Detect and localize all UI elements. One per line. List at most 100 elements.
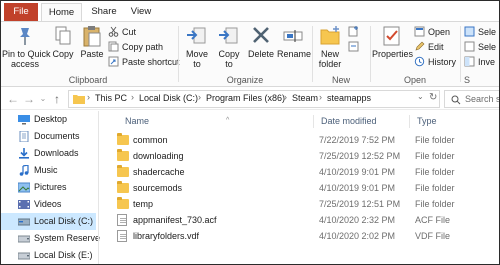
copy-path-button[interactable]: Copy path — [108, 41, 163, 54]
nav-item-desktop[interactable]: Desktop — [0, 111, 96, 128]
breadcrumb-program-files[interactable]: Program Files (x86) — [206, 93, 285, 103]
up-button[interactable]: ↑ — [50, 91, 64, 107]
rename-icon — [281, 25, 305, 47]
chevron-down-icon[interactable]: ⌄ — [417, 92, 424, 101]
edit-button[interactable]: Edit — [414, 41, 444, 54]
tab-file[interactable]: File — [4, 3, 38, 21]
copy-label: Copy — [52, 49, 74, 59]
breadcrumb-local-disk[interactable]: Local Disk (C:) — [139, 93, 198, 103]
ribbon: Pin to Quick access Copy Paste Cut Copy … — [0, 21, 500, 87]
copy-to-button[interactable]: Copy to — [214, 25, 244, 69]
file-list: Name ^ Date modified Type common 7/22/20… — [101, 111, 500, 265]
select-group: Sele Sele Inve S — [462, 22, 500, 87]
file-date-modified: 4/10/2019 9:01 PM — [319, 167, 396, 177]
file-row-common[interactable]: common 7/22/2019 7:52 PM File folder — [101, 132, 500, 148]
nav-item-videos[interactable]: Videos — [0, 196, 96, 213]
copy-path-label: Copy path — [122, 42, 164, 52]
history-label: History — [428, 57, 457, 67]
properties-button[interactable]: Properties — [372, 25, 414, 59]
tab-share[interactable]: Share — [84, 3, 124, 21]
nav-item-local-disk-e[interactable]: Local Disk (E:) — [0, 247, 96, 264]
column-divider[interactable] — [409, 115, 410, 128]
breadcrumb-separator-icon: › — [131, 92, 134, 102]
file-type: File folder — [415, 135, 455, 145]
new-folder-button[interactable]: New folder — [314, 25, 346, 69]
drive-icon — [18, 235, 30, 243]
search-input[interactable]: Search stea — [465, 94, 500, 104]
new-item-button[interactable] — [348, 26, 362, 39]
paste-label: Paste — [80, 49, 104, 59]
settings-file-icon — [117, 214, 127, 226]
tab-home[interactable]: Home — [41, 3, 82, 22]
back-button[interactable]: ← — [6, 91, 20, 107]
paste-button[interactable]: Paste — [78, 25, 106, 59]
invert-selection-label: Inve — [478, 57, 496, 67]
file-row-temp[interactable]: temp 7/25/2019 12:51 PM File folder — [101, 196, 500, 212]
select-none-icon — [464, 41, 475, 52]
nav-item-label: Local Disk (C:) — [34, 216, 94, 226]
history-button[interactable]: History — [414, 56, 456, 69]
forward-button[interactable]: → — [22, 91, 36, 107]
address-bar[interactable]: › This PC › Local Disk (C:) › Program Fi… — [68, 90, 440, 108]
address-row: ← → ⌄ ↑ › This PC › Local Disk (C:) › Pr… — [0, 88, 500, 110]
breadcrumb-separator-icon: › — [198, 92, 201, 102]
pin-to-quick-access-label: Pin to Quick access — [2, 49, 51, 69]
paste-shortcut-button[interactable]: Paste shortcut — [108, 56, 180, 69]
delete-icon — [249, 25, 273, 47]
invert-selection-icon — [464, 56, 475, 67]
navigation-pane-divider[interactable] — [98, 111, 99, 265]
nav-item-pictures[interactable]: Pictures — [0, 179, 96, 196]
file-row-shadercache[interactable]: shadercache 4/10/2019 9:01 PM File folde… — [101, 164, 500, 180]
search-box[interactable]: Search stea — [444, 90, 500, 108]
properties-icon — [380, 25, 404, 47]
recent-locations-button[interactable]: ⌄ — [36, 91, 50, 107]
breadcrumb-this-pc[interactable]: This PC — [95, 93, 127, 103]
refresh-icon[interactable]: ↻ — [429, 92, 437, 103]
nav-item-documents[interactable]: Documents — [0, 128, 96, 145]
select-none-button[interactable]: Sele — [464, 41, 496, 54]
nav-item-music[interactable]: Music — [0, 162, 96, 179]
file-name: downloading — [133, 151, 184, 161]
ribbon-tabs: File Home Share View — [0, 0, 500, 22]
easy-access-button[interactable] — [348, 41, 362, 54]
column-divider[interactable] — [313, 115, 314, 128]
tab-view[interactable]: View — [124, 3, 158, 21]
nav-item-label: Documents — [34, 131, 80, 141]
folder-icon — [117, 181, 129, 193]
file-row-libraryfolders[interactable]: libraryfolders.vdf 4/10/2020 2:02 PM VDF… — [101, 228, 500, 244]
select-all-button[interactable]: Sele — [464, 26, 496, 39]
properties-label: Properties — [372, 49, 414, 59]
breadcrumb-steam[interactable]: Steam — [292, 93, 318, 103]
file-date-modified: 7/22/2019 7:52 PM — [319, 135, 396, 145]
file-row-sourcemods[interactable]: sourcemods 4/10/2019 9:01 PM File folder — [101, 180, 500, 196]
clipboard-group: Pin to Quick access Copy Paste Cut Copy … — [0, 22, 180, 87]
delete-label: Delete — [247, 49, 274, 59]
nav-item-label: Pictures — [34, 182, 67, 192]
nav-item-system-reserved[interactable]: System Reserve — [0, 230, 100, 247]
clipboard-group-label: Clipboard — [68, 75, 108, 85]
invert-selection-button[interactable]: Inve — [464, 56, 495, 69]
file-type: ACF File — [415, 215, 451, 225]
column-header-date-modified[interactable]: Date modified — [321, 113, 377, 129]
scissors-icon — [108, 26, 119, 37]
column-header-name[interactable]: Name — [125, 113, 149, 129]
open-button[interactable]: Open — [414, 26, 450, 39]
column-header-type[interactable]: Type — [417, 113, 437, 129]
copy-to-label: Copy to — [218, 49, 240, 69]
pin-to-quick-access-button[interactable]: Pin to Quick access — [2, 25, 51, 69]
file-row-appmanifest[interactable]: appmanifest_730.acf 4/10/2020 2:32 PM AC… — [101, 212, 500, 228]
cut-button[interactable]: Cut — [108, 26, 136, 39]
file-row-downloading[interactable]: downloading 7/25/2019 12:52 PM File fold… — [101, 148, 500, 164]
file-name: temp — [133, 199, 154, 209]
breadcrumb-steamapps[interactable]: steamapps — [327, 93, 371, 103]
breadcrumb-separator-icon: › — [319, 92, 322, 102]
copy-button[interactable]: Copy — [50, 25, 76, 59]
rename-button[interactable]: Rename — [277, 25, 311, 59]
delete-button[interactable]: Delete — [247, 25, 275, 59]
move-to-button[interactable]: Move to — [182, 25, 212, 69]
folder-icon — [117, 149, 129, 161]
breadcrumb-separator-icon: › — [87, 92, 90, 102]
nav-item-downloads[interactable]: Downloads — [0, 145, 96, 162]
arrow-right-icon: → — [23, 92, 35, 106]
nav-item-local-disk-c[interactable]: Local Disk (C:) — [0, 213, 96, 230]
